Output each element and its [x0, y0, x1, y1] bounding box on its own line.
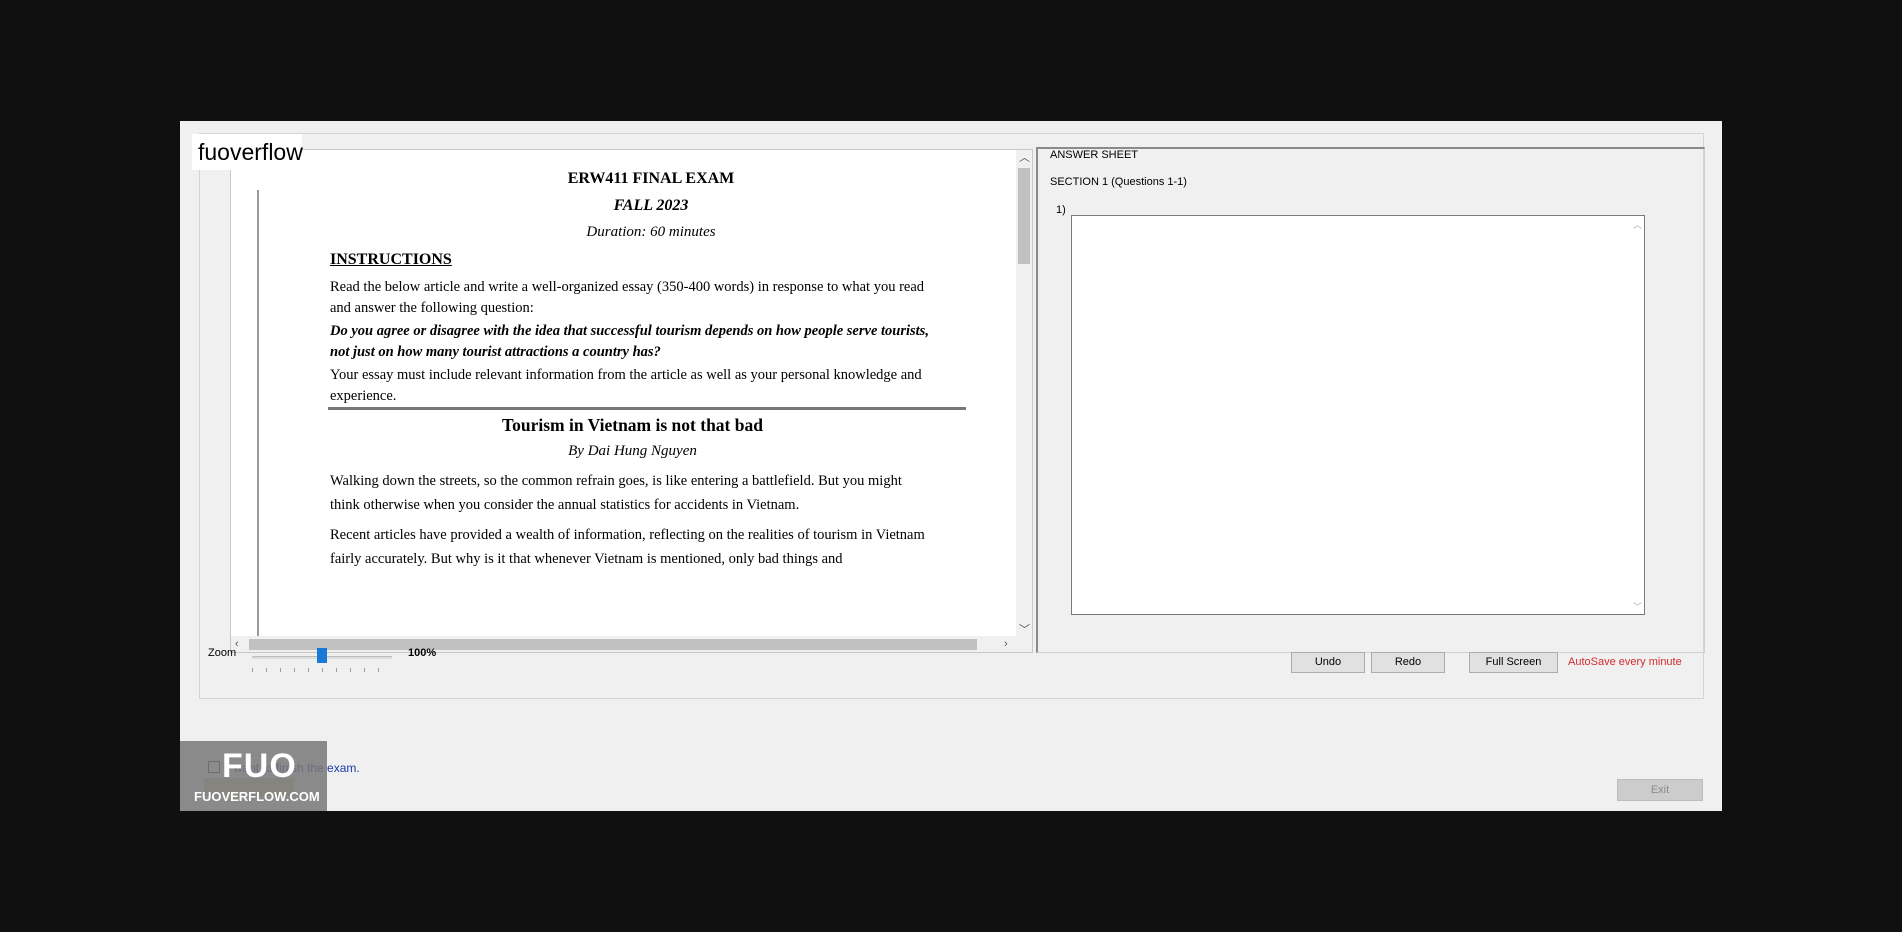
- zoom-slider-thumb[interactable]: [317, 648, 327, 663]
- zoom-value: 100%: [408, 647, 437, 659]
- brand-tab: fuoverflow: [192, 134, 303, 170]
- scroll-right-icon[interactable]: ›: [1004, 638, 1008, 650]
- exam-window: fuoverflow ERW411 FINAL EXAM FALL 2023 D…: [180, 121, 1722, 811]
- scroll-up-icon[interactable]: ︿: [1019, 152, 1030, 164]
- vertical-scroll-thumb[interactable]: [1018, 168, 1030, 264]
- document-vertical-scrollbar[interactable]: ︿ ﹀: [1016, 150, 1032, 638]
- section-divider: [328, 407, 966, 410]
- main-groupbox: ERW411 FINAL EXAM FALL 2023 Duration: 60…: [199, 133, 1705, 699]
- full-screen-button[interactable]: Full Screen: [1469, 652, 1558, 673]
- essay-question: Do you agree or disagree with the idea t…: [330, 323, 929, 360]
- exam-duration: Duration: 60 minutes: [586, 224, 716, 240]
- instructions-text: Read the below article and write a well-…: [330, 279, 925, 316]
- article-paragraph-1: Walking down the streets, so the common …: [330, 473, 902, 513]
- answer-scroll-up-icon[interactable]: ︿: [1633, 219, 1642, 231]
- instructions-heading: INSTRUCTIONS: [330, 251, 452, 268]
- zoom-slider-ticks: [252, 668, 392, 672]
- essay-requirement: Your essay must include relevant informa…: [330, 367, 922, 404]
- question-number: 1): [1056, 204, 1066, 216]
- watermark-logo: FUO FUOVERFLOW.COM: [180, 741, 327, 811]
- article-paragraph-2: Recent articles have provided a wealth o…: [330, 527, 925, 567]
- document-viewer[interactable]: ERW411 FINAL EXAM FALL 2023 Duration: 60…: [230, 149, 1033, 653]
- answer-sheet-heading: ANSWER SHEET: [1050, 149, 1139, 161]
- logo-mark: FUO: [222, 747, 297, 785]
- redo-button[interactable]: Redo: [1371, 652, 1445, 673]
- autosave-notice: AutoSave every minute: [1568, 656, 1682, 668]
- article-byline: By Dai Hung Nguyen: [568, 443, 697, 459]
- logo-text: FUOVERFLOW.COM: [194, 789, 320, 804]
- zoom-label: Zoom: [208, 647, 237, 659]
- document-horizontal-scrollbar[interactable]: ‹ ›: [231, 636, 1018, 652]
- answer-scroll-down-icon[interactable]: ﹀: [1633, 601, 1642, 613]
- exit-button[interactable]: Exit: [1617, 779, 1703, 801]
- answer-sheet-panel: ANSWER SHEET SECTION 1 (Questions 1-1) 1…: [1036, 147, 1705, 653]
- section-label: SECTION 1 (Questions 1-1): [1050, 176, 1187, 188]
- horizontal-scroll-thumb[interactable]: [249, 639, 977, 650]
- answer-textarea[interactable]: [1071, 215, 1645, 615]
- exam-term: FALL 2023: [613, 197, 689, 214]
- scrollbar-corner: [1016, 636, 1032, 652]
- article-title: Tourism in Vietnam is not that bad: [502, 415, 763, 435]
- scroll-down-icon[interactable]: ﹀: [1019, 624, 1030, 636]
- document-margin-rule: [257, 190, 259, 652]
- exam-title: ERW411 FINAL EXAM: [567, 170, 735, 187]
- undo-button[interactable]: Undo: [1291, 652, 1365, 673]
